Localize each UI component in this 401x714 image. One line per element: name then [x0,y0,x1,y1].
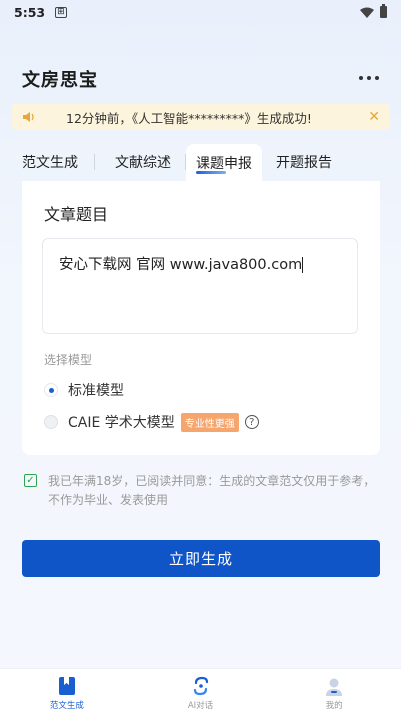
tab-label: 范文生成 [22,155,78,171]
title-label: 文章题目 [44,205,109,224]
nav-item-ai-chat[interactable]: AI对话 [134,669,268,714]
more-dot-icon [367,76,371,80]
text-caret [302,257,304,273]
ai-chat-icon [193,676,208,696]
notice-text: 12分钟前，《人工智能*********》生成成功! [66,110,312,126]
agreement-text: 我已年满18岁，已阅读并同意：生成的文章范文仅用于参考，不作为毕业、发表使用 [48,474,376,507]
tab-label: 开题报告 [276,155,332,171]
status-time: 5:53 [14,4,46,20]
tab-proposal-report[interactable]: 开题报告 [262,144,332,180]
title-input[interactable]: 安心下载网 官网 www.java800.com [42,238,358,334]
nav-label: 范文生成 [49,701,84,711]
active-tab-indicator [196,171,226,174]
tab-label: 课题申报 [196,156,252,172]
bottom-nav: 范文生成 AI对话 我的 [0,668,401,714]
profile-icon [326,678,343,696]
tab-literature-review[interactable]: 文献综述 [95,144,185,180]
wifi-icon [360,7,374,18]
speaker-icon [23,112,34,122]
radio-checked-icon[interactable] [44,383,58,397]
generate-button[interactable]: 立即生成 [22,540,380,577]
tab-essay[interactable]: 范文生成 [22,144,94,180]
status-notification-icon: ⊞ [55,6,67,18]
tab-bar: 范文生成 文献综述 课题申报 开题报告 [22,144,401,182]
radio-unchecked-icon[interactable] [44,415,58,429]
close-icon[interactable]: ✕ [368,110,380,124]
title-input-value: 安心下载网 官网 www.java800.com [59,257,303,273]
agreement-row[interactable]: ✓ 我已年满18岁，已阅读并同意：生成的文章范文仅用于参考，不作为毕业、发表使用 [24,472,380,510]
status-bar: 5:53 ⊞ [0,0,401,24]
nav-item-essay[interactable]: 范文生成 [0,669,134,714]
model-badge: 专业性更强 [180,412,239,432]
checkbox-checked-icon[interactable]: ✓ [24,474,37,487]
tab-label: 文献综述 [115,155,171,171]
more-menu-button[interactable] [359,70,379,86]
model-option-caie[interactable]: CAIE 学术大模型 专业性更强 ? [44,412,259,432]
nav-label: AI对话 [187,701,214,711]
nav-item-profile[interactable]: 我的 [267,669,401,714]
app-title: 文房思宝 [22,70,98,91]
model-option-standard[interactable]: 标准模型 [44,380,124,400]
nav-label: 我的 [325,701,343,711]
model-option-label: CAIE 学术大模型 [68,415,175,431]
tab-project-application[interactable]: 课题申报 [186,144,262,182]
more-dot-icon [375,76,379,80]
model-label: 选择模型 [44,353,93,367]
more-dot-icon [359,76,363,80]
help-icon[interactable]: ? [244,415,259,429]
book-icon [58,677,75,695]
model-option-label: 标准模型 [68,383,124,399]
battery-icon [380,4,387,18]
status-right [360,4,387,18]
form-card: 文章题目 安心下载网 官网 www.java800.com 选择模型 标准模型 … [22,181,380,455]
notice-bar: 12分钟前，《人工智能*********》生成成功! ✕ [12,104,390,130]
